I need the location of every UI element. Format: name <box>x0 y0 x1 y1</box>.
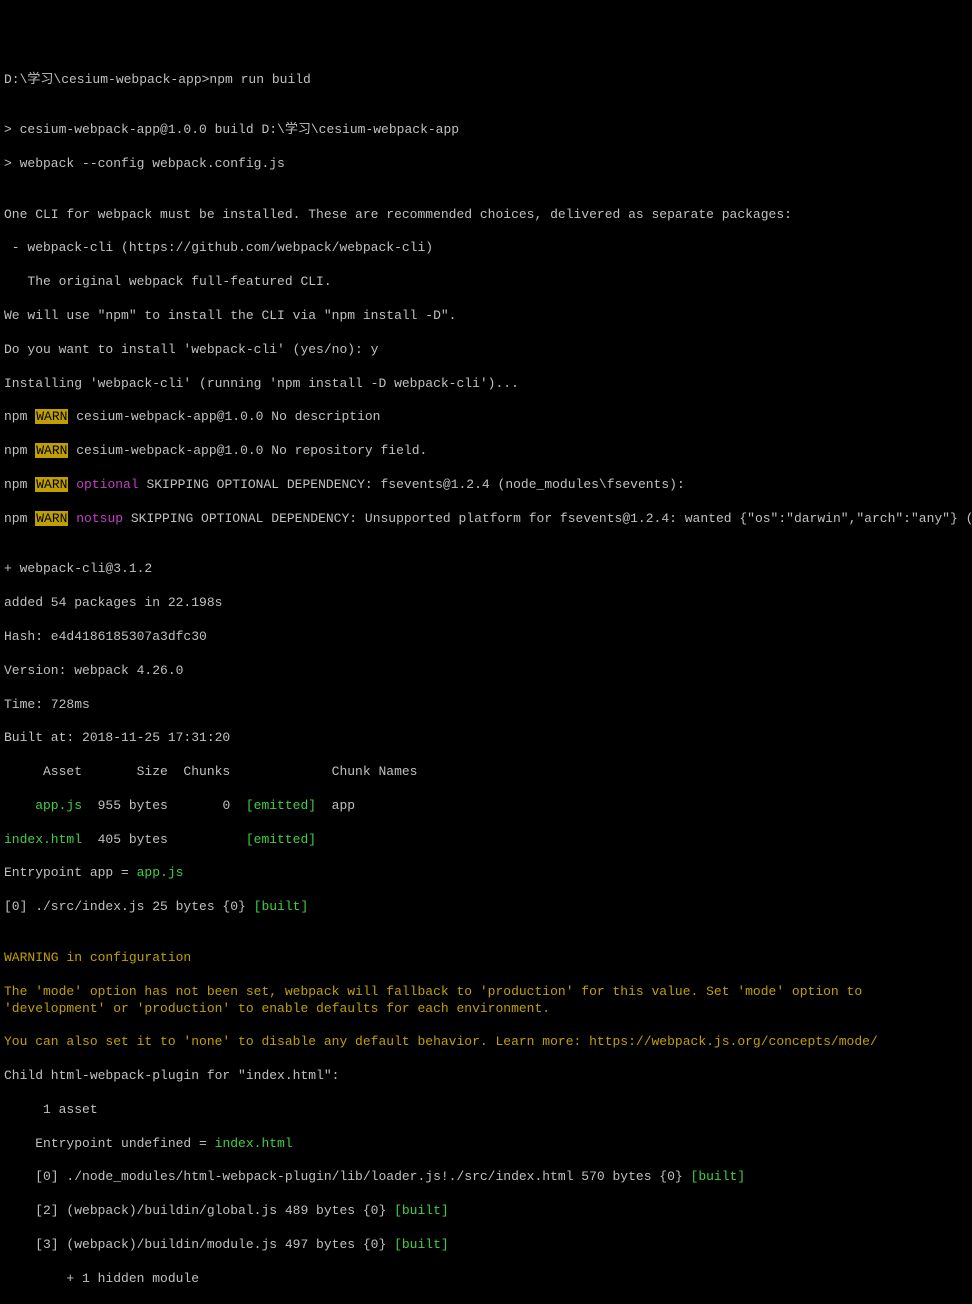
npm-warn-line: npm WARN cesium-webpack-app@1.0.0 No rep… <box>4 443 968 460</box>
terminal-prompt: D:\学习\cesium-webpack-app>npm run build <box>4 72 968 89</box>
warning-text: The 'mode' option has not been set, webp… <box>4 984 968 1018</box>
child-header: Child html-webpack-plugin for "index.htm… <box>4 1068 968 1085</box>
module-path: [0] ./src/index.js 25 bytes {0} <box>4 899 254 914</box>
warn-text: SKIPPING OPTIONAL DEPENDENCY: fsevents@1… <box>139 477 685 492</box>
asset-info: 405 bytes <box>82 832 246 847</box>
webpack-hash: Hash: e4d4186185307a3dfc30 <box>4 629 968 646</box>
built-label: [built] <box>254 899 309 914</box>
warn-category: notsup <box>68 511 123 526</box>
cli-message: - webpack-cli (https://github.com/webpac… <box>4 240 968 257</box>
asset-name: index.html <box>4 832 82 847</box>
emitted-label: [emitted] <box>246 798 316 813</box>
build-output: > webpack --config webpack.config.js <box>4 156 968 173</box>
cli-prompt: Do you want to install 'webpack-cli' (ye… <box>4 342 968 359</box>
warn-text: SKIPPING OPTIONAL DEPENDENCY: Unsupporte… <box>123 511 972 526</box>
npm-prefix: npm <box>4 409 35 424</box>
warning-text: You can also set it to 'none' to disable… <box>4 1034 968 1051</box>
warn-text: cesium-webpack-app@1.0.0 No repository f… <box>68 443 427 458</box>
warn-badge: WARN <box>35 511 68 526</box>
entrypoint-line: Entrypoint app = app.js <box>4 865 968 882</box>
asset-row: app.js 955 bytes 0 [emitted] app <box>4 798 968 815</box>
module-path: [3] (webpack)/buildin/module.js 497 byte… <box>4 1237 394 1252</box>
asset-info: 955 bytes 0 <box>82 798 246 813</box>
module-line: [0] ./src/index.js 25 bytes {0} [built] <box>4 899 968 916</box>
cli-message: One CLI for webpack must be installed. T… <box>4 207 968 224</box>
child-module-line: [0] ./node_modules/html-webpack-plugin/l… <box>4 1169 968 1186</box>
built-label: [built] <box>691 1169 746 1184</box>
child-entry-file: index.html <box>215 1136 293 1151</box>
asset-table-header: Asset Size Chunks Chunk Names <box>4 764 968 781</box>
npm-prefix: npm <box>4 443 35 458</box>
warn-badge: WARN <box>35 477 68 492</box>
npm-warn-line: npm WARN notsup SKIPPING OPTIONAL DEPEND… <box>4 511 968 528</box>
asset-row: index.html 405 bytes [emitted] <box>4 832 968 849</box>
webpack-built-at: Built at: 2018-11-25 17:31:20 <box>4 730 968 747</box>
cli-message: Installing 'webpack-cli' (running 'npm i… <box>4 376 968 393</box>
webpack-version: Version: webpack 4.26.0 <box>4 663 968 680</box>
emitted-label: [emitted] <box>246 832 316 847</box>
npm-warn-line: npm WARN cesium-webpack-app@1.0.0 No des… <box>4 409 968 426</box>
npm-warn-line: npm WARN optional SKIPPING OPTIONAL DEPE… <box>4 477 968 494</box>
install-summary: + webpack-cli@3.1.2 <box>4 561 968 578</box>
child-asset: 1 asset <box>4 1102 968 1119</box>
warn-badge: WARN <box>35 443 68 458</box>
child-module-line: [2] (webpack)/buildin/global.js 489 byte… <box>4 1203 968 1220</box>
built-label: [built] <box>394 1203 449 1218</box>
warn-category: optional <box>68 477 138 492</box>
built-label: [built] <box>394 1237 449 1252</box>
warn-badge: WARN <box>35 409 68 424</box>
warn-text: cesium-webpack-app@1.0.0 No description <box>68 409 380 424</box>
hidden-module: + 1 hidden module <box>4 1271 968 1288</box>
chunk-name: app <box>316 798 355 813</box>
module-path: [2] (webpack)/buildin/global.js 489 byte… <box>4 1203 394 1218</box>
child-entry-prefix: Entrypoint undefined = <box>4 1136 215 1151</box>
webpack-time: Time: 728ms <box>4 697 968 714</box>
npm-prefix: npm <box>4 477 35 492</box>
entrypoint-file: app.js <box>137 865 184 880</box>
install-summary: added 54 packages in 22.198s <box>4 595 968 612</box>
asset-name: app.js <box>4 798 82 813</box>
module-path: [0] ./node_modules/html-webpack-plugin/l… <box>4 1169 691 1184</box>
warning-header: WARNING in configuration <box>4 950 968 967</box>
child-module-line: [3] (webpack)/buildin/module.js 497 byte… <box>4 1237 968 1254</box>
cli-message: The original webpack full-featured CLI. <box>4 274 968 291</box>
cli-message: We will use "npm" to install the CLI via… <box>4 308 968 325</box>
child-entrypoint: Entrypoint undefined = index.html <box>4 1136 968 1153</box>
build-output: > cesium-webpack-app@1.0.0 build D:\学习\c… <box>4 122 968 139</box>
npm-prefix: npm <box>4 511 35 526</box>
entrypoint-prefix: Entrypoint app = <box>4 865 137 880</box>
